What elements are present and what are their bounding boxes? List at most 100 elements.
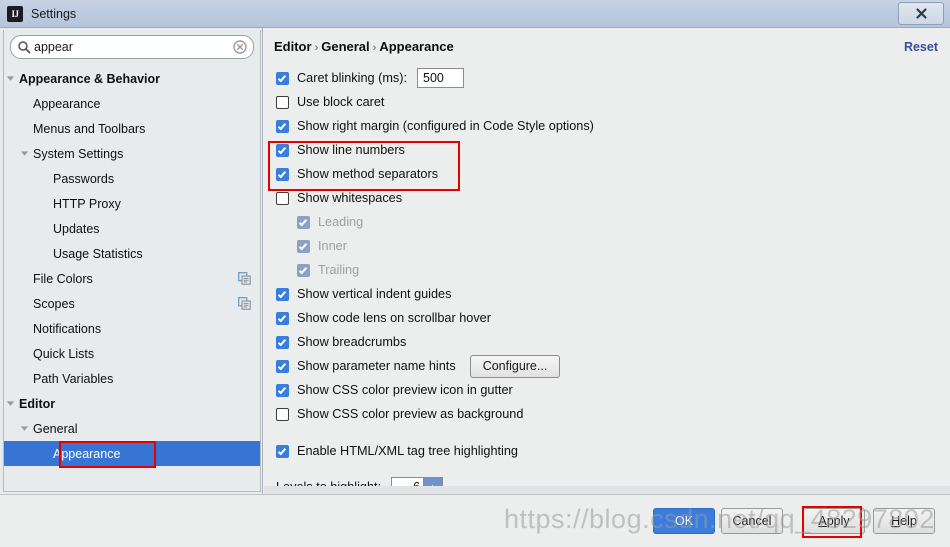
sidebar-item-label: Updates <box>53 221 100 236</box>
option-label: Show breadcrumbs <box>297 335 407 349</box>
sidebar-item-http-proxy[interactable]: HTTP Proxy <box>4 191 260 216</box>
option-row-trailing: Trailing <box>276 258 950 282</box>
chevron-down-icon[interactable] <box>18 148 30 160</box>
sidebar-item-label: Appearance & Behavior <box>19 71 161 86</box>
option-label: Show code lens on scrollbar hover <box>297 311 491 325</box>
sidebar-item-usage-statistics[interactable]: Usage Statistics <box>4 241 260 266</box>
checkbox-show-whitespaces[interactable] <box>276 191 289 205</box>
option-row-show-line-numbers: Show line numbers <box>276 138 950 162</box>
ok-button[interactable]: OK <box>653 508 715 534</box>
checkbox-enable-html-xml-tag-tree-highlighting[interactable] <box>276 444 289 458</box>
sidebar-item-label: File Colors <box>33 271 93 286</box>
sidebar-item-appearance-behavior[interactable]: Appearance & Behavior <box>4 66 260 91</box>
checkbox-use-block-caret[interactable] <box>276 95 289 109</box>
chevron-down-icon[interactable] <box>4 73 16 85</box>
sidebar-item-label: Path Variables <box>33 371 114 386</box>
checkbox-show-code-lens-on-scrollbar-hover[interactable] <box>276 311 289 325</box>
sidebar-item-system-settings[interactable]: System Settings <box>4 141 260 166</box>
caret-blinking-input[interactable]: 500 <box>417 68 464 88</box>
settings-content-pane: Editor › General › Appearance Reset Caret bl… <box>264 28 950 494</box>
breadcrumb-separator-2: › <box>372 42 377 54</box>
button-label: Cancel <box>732 514 772 528</box>
window-title: Settings <box>31 6 77 21</box>
option-label: Show line numbers <box>297 143 405 157</box>
checkbox-show-css-color-preview-icon-in-gutter[interactable] <box>276 383 289 397</box>
checkbox-show-parameter-name-hints[interactable] <box>276 359 289 373</box>
search-area: appear <box>4 30 260 59</box>
option-row-enable-html-xml-tag-tree-highlighting: Enable HTML/XML tag tree highlighting <box>276 439 950 463</box>
option-label: Enable HTML/XML tag tree highlighting <box>297 444 518 458</box>
intellij-logo-icon: IJ <box>7 5 23 22</box>
sidebar-item-label: System Settings <box>33 146 124 161</box>
checkbox-caret-blinking-ms[interactable] <box>276 71 289 85</box>
settings-tree: Appearance & Behavior Appearance Menus and… <box>4 59 260 466</box>
sidebar-item-appearance[interactable]: Appearance <box>4 441 260 466</box>
sidebar-item-file-colors[interactable]: File Colors <box>4 266 260 291</box>
checkbox-leading <box>297 215 310 229</box>
chevron-down-icon[interactable] <box>4 398 16 410</box>
options-list: Caret blinking (ms): 500 Use block caret Sh… <box>276 66 950 463</box>
copy-icon[interactable] <box>238 272 251 285</box>
settings-dialog: IJ Settings appear Appearance & Behavior… <box>0 0 950 547</box>
sidebar-item-editor[interactable]: Editor <box>4 391 260 416</box>
checkbox-show-vertical-indent-guides[interactable] <box>276 287 289 301</box>
sidebar-item-path-variables[interactable]: Path Variables <box>4 366 260 391</box>
option-row-show-css-color-preview-icon-in-gutter: Show CSS color preview icon in gutter <box>276 378 950 402</box>
settings-sidebar: appear Appearance & Behavior Appearance Me… <box>0 28 263 494</box>
option-row-caret-blinking-ms: Caret blinking (ms): 500 <box>276 66 950 90</box>
option-row-show-method-separators: Show method separators <box>276 162 950 186</box>
checkbox-inner <box>297 239 310 253</box>
option-label: Show whitespaces <box>297 191 403 205</box>
sidebar-item-notifications[interactable]: Notifications <box>4 316 260 341</box>
sidebar-item-general[interactable]: General <box>4 416 260 441</box>
sidebar-item-label: HTTP Proxy <box>53 196 121 211</box>
sidebar-item-menus-and-toolbars[interactable]: Menus and Toolbars <box>4 116 260 141</box>
sidebar-item-label: Editor <box>19 396 56 411</box>
option-label: Caret blinking (ms): <box>297 71 407 85</box>
clear-search-icon[interactable] <box>233 40 247 54</box>
breadcrumb: Editor › General › Appearance <box>274 39 454 54</box>
help-button[interactable]: Help <box>873 508 935 534</box>
option-row-show-right-margin-configured-in-code-style-options: Show right margin (configured in Code St… <box>276 114 950 138</box>
checkbox-show-method-separators[interactable] <box>276 167 289 181</box>
sidebar-item-label: Notifications <box>33 321 102 336</box>
button-label: OK <box>674 514 694 528</box>
chevron-down-icon[interactable] <box>18 423 30 435</box>
option-label: Leading <box>318 215 364 229</box>
option-label: Show method separators <box>297 167 439 181</box>
option-label: Use block caret <box>297 95 385 109</box>
configure-button[interactable]: Configure... <box>469 354 561 378</box>
checkbox-show-right-margin-configured-in-code-style-options[interactable] <box>276 119 289 133</box>
options-spacer <box>276 426 950 439</box>
copy-icon[interactable] <box>238 297 251 310</box>
cancel-button[interactable]: Cancel <box>721 508 783 534</box>
reset-link[interactable]: Reset <box>904 40 938 54</box>
checkbox-show-css-color-preview-as-background[interactable] <box>276 407 289 421</box>
sidebar-item-label: Appearance <box>33 96 101 111</box>
close-icon[interactable] <box>898 2 944 25</box>
checkbox-show-breadcrumbs[interactable] <box>276 335 289 349</box>
breadcrumb-part-editor: Editor <box>274 39 312 54</box>
apply-button[interactable]: Apply <box>803 508 865 534</box>
sidebar-item-updates[interactable]: Updates <box>4 216 260 241</box>
sidebar-item-appearance[interactable]: Appearance <box>4 91 260 116</box>
breadcrumb-part-appearance: Appearance <box>379 39 454 54</box>
sidebar-item-scopes[interactable]: Scopes <box>4 291 260 316</box>
horizontal-scrollbar[interactable] <box>264 486 950 494</box>
sidebar-item-label: Appearance <box>53 446 121 461</box>
sidebar-item-passwords[interactable]: Passwords <box>4 166 260 191</box>
option-row-show-whitespaces: Show whitespaces <box>276 186 950 210</box>
sidebar-item-label: Quick Lists <box>33 346 95 361</box>
search-input[interactable]: appear <box>10 35 254 59</box>
sidebar-item-quick-lists[interactable]: Quick Lists <box>4 341 260 366</box>
checkbox-show-line-numbers[interactable] <box>276 143 289 157</box>
sidebar-item-label: Passwords <box>53 171 115 186</box>
